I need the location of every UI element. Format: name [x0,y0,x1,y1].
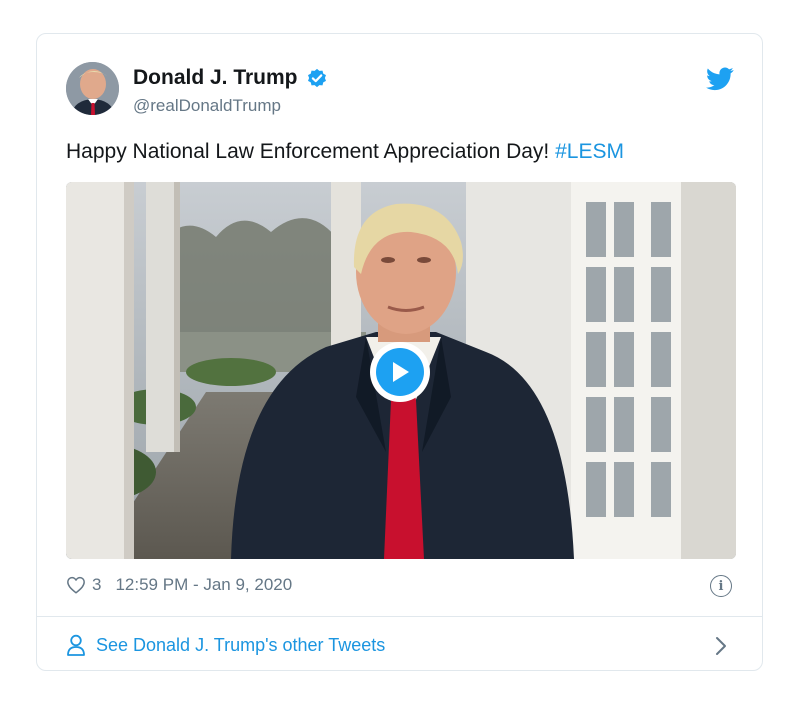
see-other-tweets-link[interactable]: See Donald J. Trump's other Tweets [66,634,385,656]
twitter-bird-icon[interactable] [706,67,734,91]
person-icon [67,634,85,656]
tweet-card: Donald J. Trump @realDonaldTrump Happy N… [36,33,763,671]
author-name-row[interactable]: Donald J. Trump [133,66,328,90]
info-icon[interactable]: i [710,575,732,597]
verified-badge-icon [307,68,326,88]
author-handle[interactable]: @realDonaldTrump [133,96,281,116]
heart-icon [67,576,85,594]
tweet-text: Happy National Law Enforcement Appreciat… [66,140,624,164]
see-other-tweets-label[interactable]: See Donald J. Trump's other Tweets [96,635,385,656]
like-count: 3 [92,575,102,594]
tweet-meta: 3 12:59 PM - Jan 9, 2020 [66,575,292,595]
author-name[interactable]: Donald J. Trump [133,66,298,90]
play-icon [376,348,424,396]
avatar[interactable] [66,62,119,115]
timestamp-link[interactable]: 12:59 PM - Jan 9, 2020 [115,575,292,595]
chevron-right-icon[interactable] [714,635,728,657]
hashtag-link[interactable]: #LESM [555,140,624,163]
video-player[interactable] [66,182,736,559]
play-button[interactable] [370,342,430,402]
tweet-body: Happy National Law Enforcement Appreciat… [66,140,550,163]
divider [37,616,762,617]
like-button[interactable]: 3 [66,575,101,595]
